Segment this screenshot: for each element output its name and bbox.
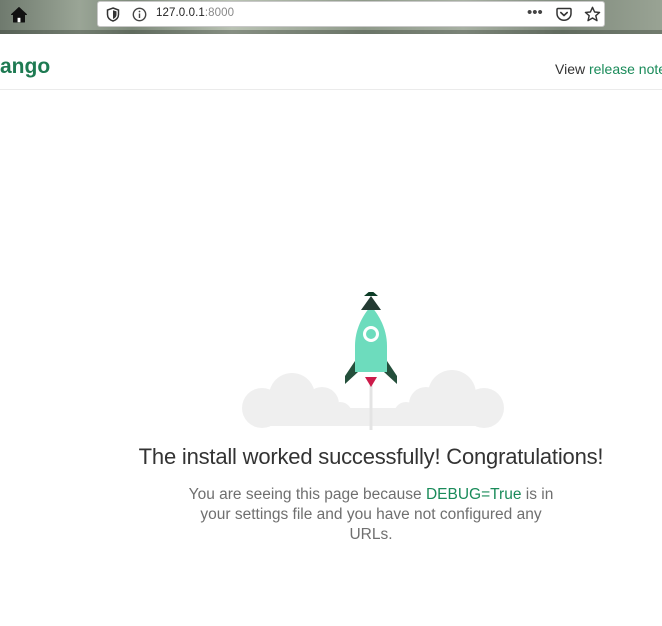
page-title: The install worked successfully! Congrat… — [138, 444, 604, 469]
info-icon[interactable] — [132, 7, 147, 22]
page-actions-more-icon[interactable]: ••• — [527, 5, 543, 20]
url-port: :8000 — [204, 7, 235, 19]
exhaust-trail — [369, 384, 373, 430]
page-subtitle: You are seeing this page because DEBUG=T… — [188, 485, 554, 545]
django-logo[interactable]: ango — [0, 56, 50, 78]
browser-toolbar: 127.0.0.1:8000 ••• — [0, 0, 662, 34]
toolbar-shade — [0, 30, 662, 34]
url-bar[interactable]: 127.0.0.1:8000 ••• — [97, 1, 605, 27]
home-button[interactable] — [6, 3, 32, 27]
release-prefix: View — [555, 61, 586, 77]
page-header: ango View release note — [0, 35, 662, 90]
debug-setting: DEBUG=True — [425, 486, 522, 503]
pocket-icon[interactable] — [556, 6, 572, 22]
release-notes: View release note — [555, 61, 662, 77]
subtitle-before: You are seeing this page because — [188, 486, 422, 503]
rocket-icon — [345, 292, 397, 387]
home-icon — [11, 7, 27, 23]
rocket-illustration — [242, 292, 504, 430]
url-host: 127.0.0.1 — [156, 7, 205, 19]
url-text[interactable]: 127.0.0.1:8000 — [156, 7, 234, 19]
release-notes-link[interactable]: release note — [589, 61, 662, 77]
shield-icon[interactable] — [106, 7, 120, 22]
bookmark-star-icon[interactable] — [584, 6, 601, 23]
